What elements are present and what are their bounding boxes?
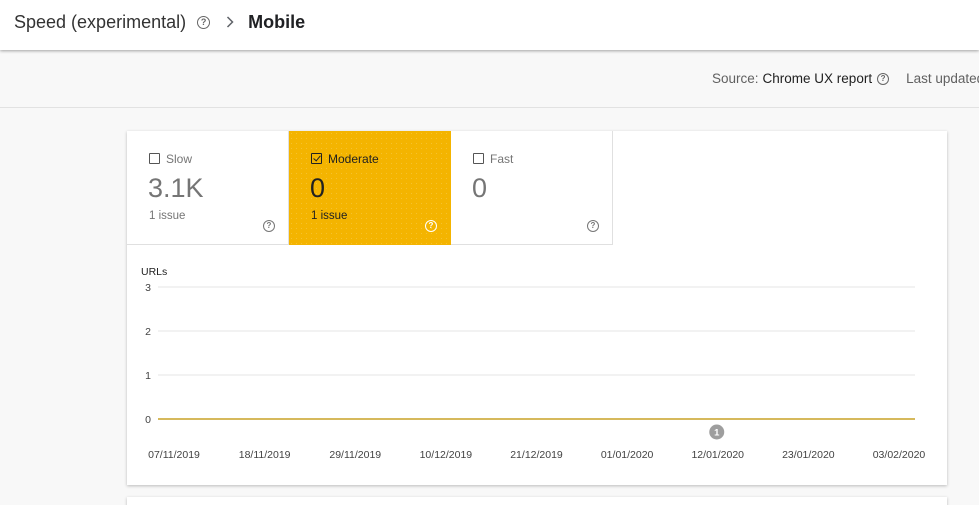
annotation-layer: 1 — [709, 424, 725, 440]
annotation-marker-icon: 1 — [709, 424, 725, 440]
tile-label: Slow — [166, 152, 193, 166]
tile-slow[interactable]: Slow 3.1K 1 issue ? — [127, 131, 289, 245]
page-title: Mobile — [248, 11, 306, 32]
y-tick-label: 3 — [145, 282, 151, 294]
x-tick-label: 12/01/2020 — [691, 449, 744, 461]
y-tick-labels: 0 1 2 3 — [145, 282, 151, 426]
x-tick-label: 23/01/2020 — [782, 449, 835, 461]
annotation-label: 1 — [714, 428, 720, 439]
x-tick-label: 10/12/2019 — [420, 449, 473, 461]
y-axis-title: URLs — [141, 266, 167, 278]
chevron-right-icon — [226, 16, 234, 28]
help-circle-icon[interactable]: ? — [197, 16, 211, 29]
y-tick-label: 0 — [145, 414, 151, 426]
tile-issue-count: 1 issue — [149, 210, 186, 222]
help-circle-icon[interactable]: ? — [587, 220, 599, 232]
tile-issue-count: 1 issue — [311, 210, 348, 222]
y-tick-label: 1 — [145, 370, 151, 382]
source-value: Chrome UX report — [762, 71, 873, 86]
last-updated-label: Last updated — [906, 71, 979, 86]
tile-label: Fast — [490, 152, 514, 166]
x-tick-label: 18/11/2019 — [239, 449, 291, 461]
tile-value: 3.1K — [148, 173, 204, 203]
checkbox-icon[interactable] — [473, 153, 484, 164]
chart-svg: URLs 0 1 2 3 1 07/11/2019 18/11/2019 29/11/20… — [141, 266, 925, 461]
secondary-card — [127, 497, 947, 505]
tile-value: 0 — [310, 173, 326, 203]
help-circle-icon[interactable]: ? — [425, 220, 437, 232]
source-info: Source: Chrome UX report ? Last updated — [712, 71, 979, 86]
urls-chart: URLs 0 1 2 3 1 07/11/2019 18/11/2019 29/11/20… — [127, 245, 947, 485]
help-circle-icon[interactable]: ? — [877, 72, 890, 85]
checkbox-icon[interactable] — [149, 153, 160, 164]
source-bar: Source: Chrome UX report ? Last updated — [0, 50, 979, 108]
x-tick-labels: 07/11/2019 18/11/2019 29/11/2019 10/12/2019… — [148, 449, 925, 461]
x-tick-label: 29/11/2019 — [329, 449, 381, 461]
tile-label: Moderate — [328, 152, 379, 166]
tile-moderate[interactable]: Moderate 0 1 issue ? — [289, 131, 451, 245]
y-tick-label: 2 — [145, 326, 151, 338]
checkbox-icon[interactable] — [311, 153, 322, 164]
help-circle-icon[interactable]: ? — [263, 220, 275, 232]
grid-layer — [158, 286, 915, 420]
tile-value: 0 — [472, 173, 488, 203]
app-header: Speed (experimental) ? Mobile — [0, 0, 979, 50]
source-label: Source: — [712, 71, 759, 86]
breadcrumb-parent[interactable]: Speed (experimental) — [14, 12, 186, 33]
tile-fast[interactable]: Fast 0 ? — [451, 131, 613, 245]
breadcrumb: Speed (experimental) ? Mobile — [14, 11, 305, 33]
x-tick-label: 03/02/2020 — [873, 449, 926, 461]
summary-card: Slow 3.1K 1 issue ? Moderate 0 1 issue ?… — [127, 131, 947, 485]
x-tick-label: 07/11/2019 — [148, 449, 200, 461]
x-tick-label: 01/01/2020 — [601, 449, 654, 461]
x-tick-label: 21/12/2019 — [510, 449, 563, 461]
